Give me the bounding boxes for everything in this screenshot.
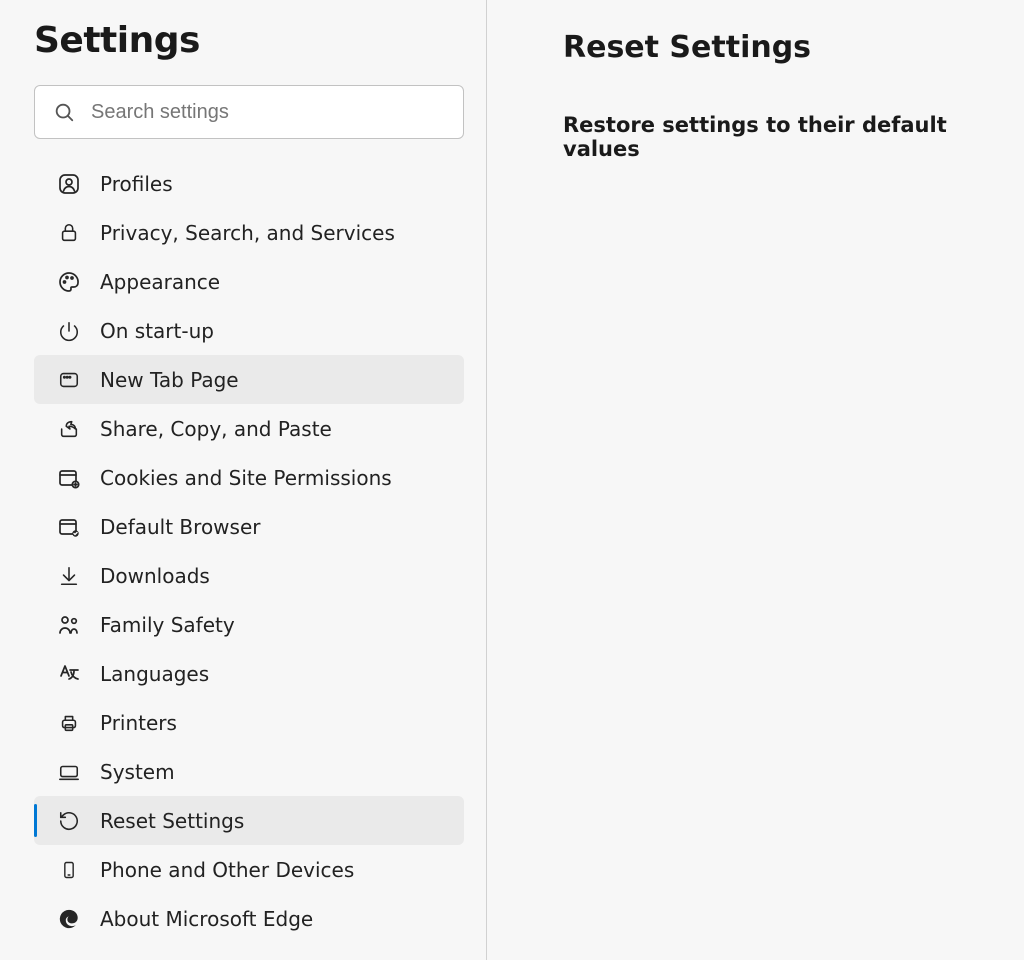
sidebar-item-newtab[interactable]: New Tab Page bbox=[34, 355, 464, 404]
option-label: Restore settings to their default values bbox=[563, 113, 947, 161]
sidebar-item-label: Phone and Other Devices bbox=[100, 858, 354, 882]
sidebar-item-label: Privacy, Search, and Services bbox=[100, 221, 395, 245]
sidebar-item-appearance[interactable]: Appearance bbox=[34, 257, 464, 306]
search-icon bbox=[53, 101, 75, 123]
settings-sidebar: Settings Profiles Privacy, Search, and S… bbox=[0, 0, 487, 960]
search-field[interactable] bbox=[34, 85, 464, 139]
sidebar-item-downloads[interactable]: Downloads bbox=[34, 551, 464, 600]
sidebar-item-reset[interactable]: Reset Settings bbox=[34, 796, 464, 845]
window-icon bbox=[56, 367, 82, 393]
sidebar-item-label: New Tab Page bbox=[100, 368, 239, 392]
family-icon bbox=[56, 612, 82, 638]
sidebar-item-label: Family Safety bbox=[100, 613, 235, 637]
sidebar-item-label: Appearance bbox=[100, 270, 220, 294]
sidebar-item-phone[interactable]: Phone and Other Devices bbox=[34, 845, 464, 894]
sidebar-item-system[interactable]: System bbox=[34, 747, 464, 796]
sidebar-item-about[interactable]: About Microsoft Edge bbox=[34, 894, 464, 943]
lock-icon bbox=[56, 220, 82, 246]
sidebar-item-default-browser[interactable]: Default Browser bbox=[34, 502, 464, 551]
search-input[interactable] bbox=[75, 101, 445, 124]
sidebar-nav: Profiles Privacy, Search, and Services A… bbox=[34, 159, 464, 943]
sidebar-item-label: Languages bbox=[100, 662, 209, 686]
share-icon bbox=[56, 416, 82, 442]
sidebar-item-label: Downloads bbox=[100, 564, 210, 588]
sidebar-item-label: Cookies and Site Permissions bbox=[100, 466, 392, 490]
system-icon bbox=[56, 759, 82, 785]
app-root: Settings Profiles Privacy, Search, and S… bbox=[0, 0, 1024, 960]
sidebar-title: Settings bbox=[34, 20, 464, 61]
sidebar-item-family[interactable]: Family Safety bbox=[34, 600, 464, 649]
sidebar-item-privacy[interactable]: Privacy, Search, and Services bbox=[34, 208, 464, 257]
sidebar-item-printers[interactable]: Printers bbox=[34, 698, 464, 747]
sidebar-item-cookies[interactable]: Cookies and Site Permissions bbox=[34, 453, 464, 502]
power-icon bbox=[56, 318, 82, 344]
cookies-icon bbox=[56, 465, 82, 491]
sidebar-item-label: Default Browser bbox=[100, 515, 260, 539]
main-content: Reset Settings Restore settings to their… bbox=[487, 0, 1024, 960]
palette-icon bbox=[56, 269, 82, 295]
reset-restore-option[interactable]: Restore settings to their default values bbox=[563, 113, 984, 161]
sidebar-item-label: Reset Settings bbox=[100, 809, 244, 833]
profile-icon bbox=[56, 171, 82, 197]
sidebar-item-startup[interactable]: On start-up bbox=[34, 306, 464, 355]
browser-check-icon bbox=[56, 514, 82, 540]
download-icon bbox=[56, 563, 82, 589]
sidebar-item-label: About Microsoft Edge bbox=[100, 907, 313, 931]
sidebar-item-label: Printers bbox=[100, 711, 177, 735]
sidebar-item-label: On start-up bbox=[100, 319, 214, 343]
sidebar-item-profiles[interactable]: Profiles bbox=[34, 159, 464, 208]
sidebar-item-languages[interactable]: Languages bbox=[34, 649, 464, 698]
printer-icon bbox=[56, 710, 82, 736]
language-icon bbox=[56, 661, 82, 687]
sidebar-item-label: Profiles bbox=[100, 172, 173, 196]
phone-icon bbox=[56, 857, 82, 883]
sidebar-item-label: Share, Copy, and Paste bbox=[100, 417, 332, 441]
sidebar-item-label: System bbox=[100, 760, 175, 784]
sidebar-item-share[interactable]: Share, Copy, and Paste bbox=[34, 404, 464, 453]
reset-icon bbox=[56, 808, 82, 834]
edge-icon bbox=[56, 906, 82, 932]
page-heading: Reset Settings bbox=[563, 30, 984, 65]
